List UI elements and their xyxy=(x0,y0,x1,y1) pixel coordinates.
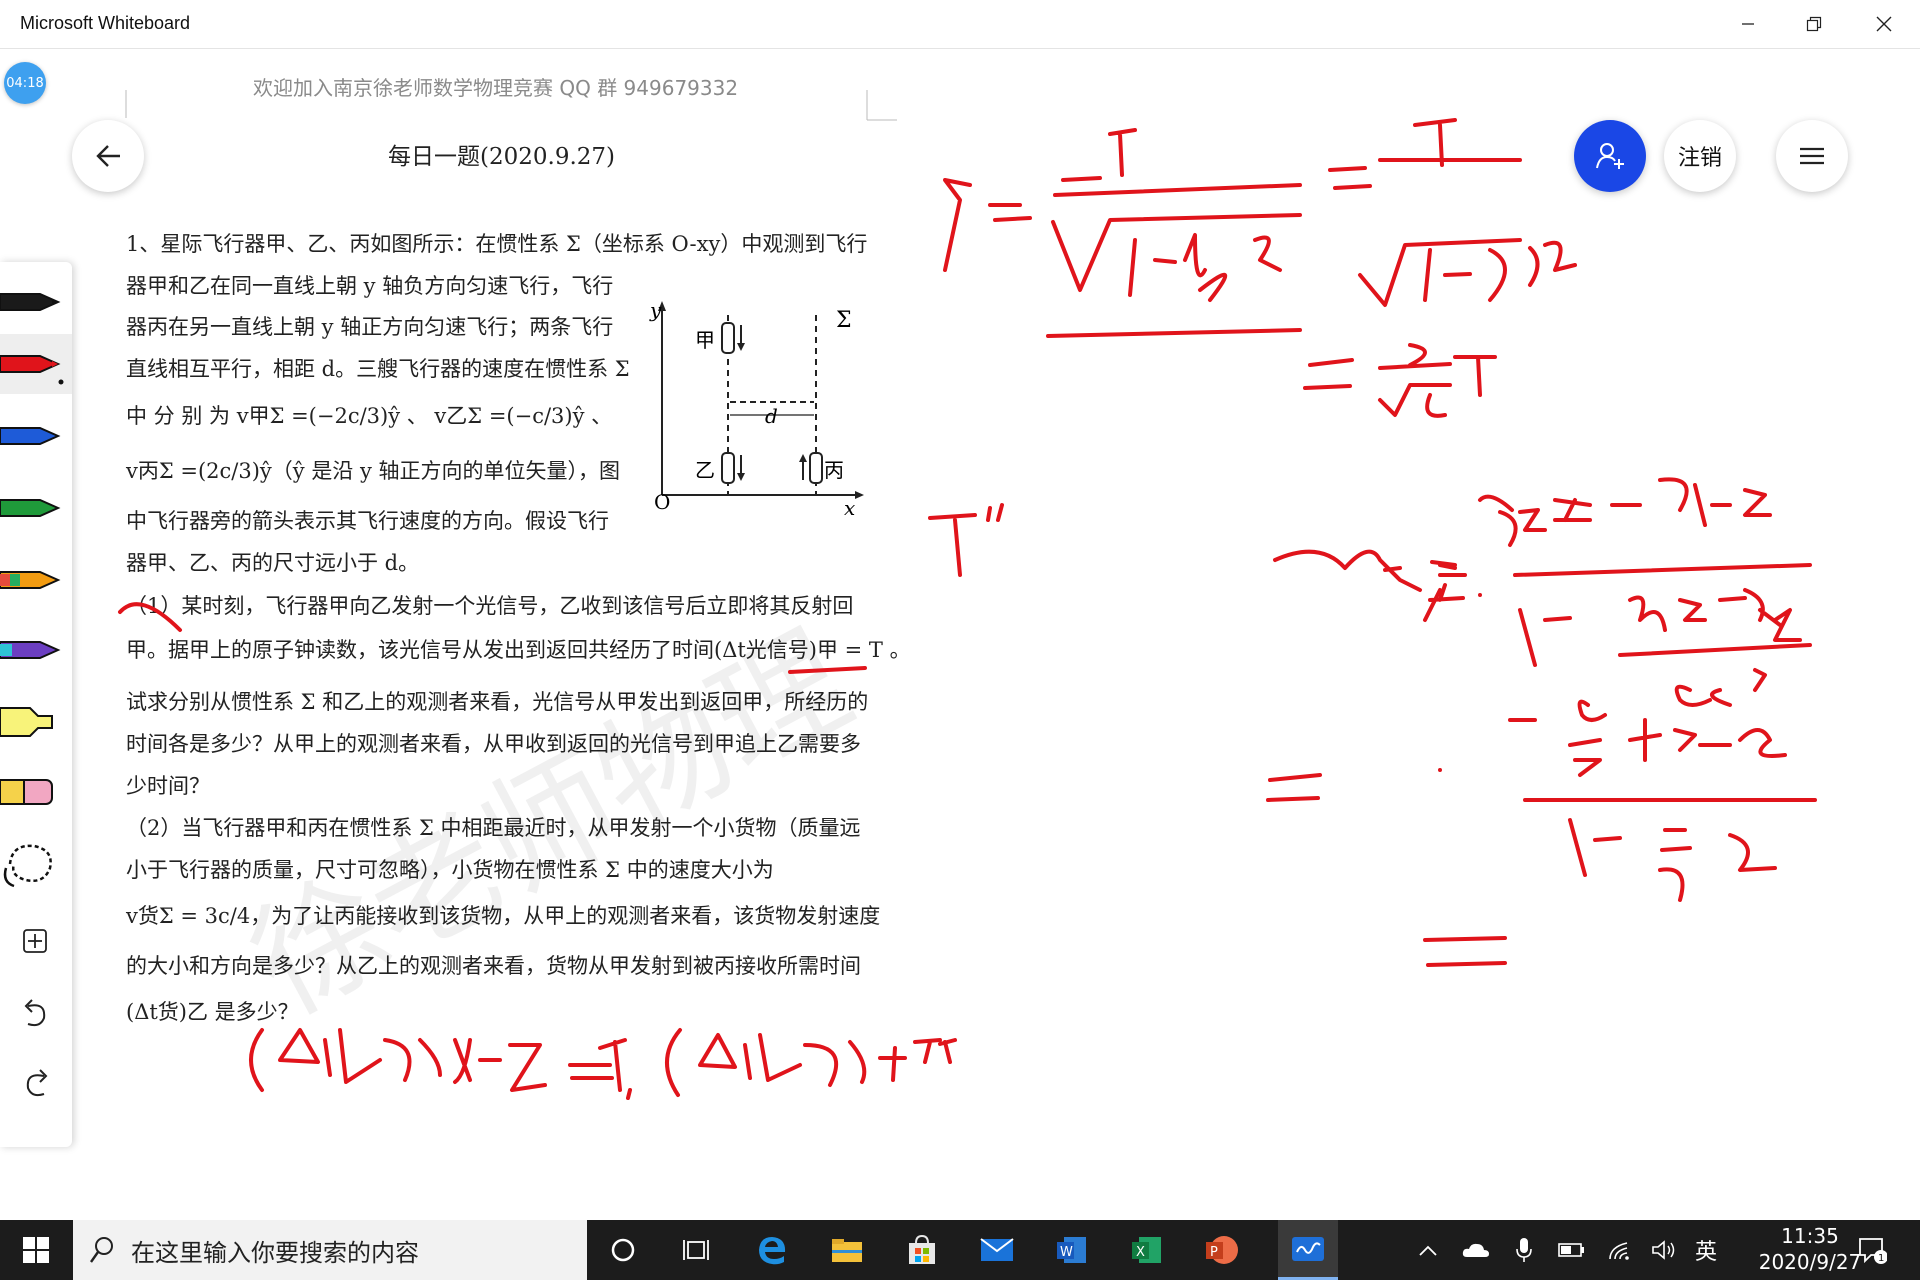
chevron-up-icon[interactable] xyxy=(1408,1230,1448,1270)
microphone-icon[interactable] xyxy=(1504,1230,1544,1270)
ime-indicator[interactable]: 英 xyxy=(1686,1230,1726,1270)
clock-date[interactable]: 2020/9/27 xyxy=(1735,1250,1885,1274)
search-placeholder: 在这里输入你要搜索的内容 xyxy=(131,1238,419,1267)
clock-time[interactable]: 11:35 xyxy=(1755,1224,1865,1248)
cortana-icon[interactable] xyxy=(603,1230,643,1270)
user-add-icon xyxy=(1596,143,1624,169)
windows-start-icon[interactable] xyxy=(16,1230,56,1270)
undo-icon[interactable] xyxy=(0,982,72,1042)
pen-toolbar xyxy=(0,262,72,1147)
eraser-tool[interactable] xyxy=(0,762,72,822)
ink-underline xyxy=(118,602,182,632)
highlighter-tool[interactable] xyxy=(0,690,72,750)
taskbar-search[interactable]: 在这里输入你要搜索的内容 xyxy=(73,1220,587,1280)
arrow-left-icon xyxy=(96,145,120,167)
battery-icon[interactable] xyxy=(1552,1230,1592,1270)
hamburger-icon xyxy=(1800,147,1824,165)
task-view-icon[interactable] xyxy=(676,1230,716,1270)
galaxy-pen-tool[interactable] xyxy=(0,620,72,680)
powerpoint-icon[interactable]: P xyxy=(1202,1230,1242,1270)
rainbow-pen-tool[interactable] xyxy=(0,550,72,610)
svg-text:P: P xyxy=(1210,1245,1218,1260)
menu-button[interactable] xyxy=(1776,120,1848,192)
onedrive-icon[interactable] xyxy=(1456,1230,1496,1270)
ink-underline xyxy=(788,666,867,674)
wifi-icon[interactable] xyxy=(1600,1230,1640,1270)
svg-text:W: W xyxy=(1060,1245,1073,1260)
whiteboard-icon[interactable] xyxy=(1278,1220,1338,1280)
word-icon[interactable]: W xyxy=(1052,1230,1092,1270)
edge-browser-icon[interactable] xyxy=(752,1230,792,1270)
ink-formula-gamma xyxy=(943,118,1577,418)
red-pen-tool[interactable] xyxy=(0,334,72,394)
black-pen-tool[interactable] xyxy=(0,272,72,332)
ink-equation-bottom xyxy=(249,1028,957,1100)
back-button[interactable] xyxy=(72,120,144,192)
blue-pen-tool[interactable] xyxy=(0,406,72,466)
signout-button[interactable]: 注销 xyxy=(1664,120,1736,192)
ink-velocity-formula xyxy=(1266,477,1817,967)
ink-t-double-prime xyxy=(928,503,1004,577)
invite-user-button[interactable] xyxy=(1574,120,1646,192)
volume-icon[interactable] xyxy=(1644,1230,1684,1270)
green-pen-tool[interactable] xyxy=(0,478,72,538)
taskbar: 在这里输入你要搜索的内容 W X P 英 1 xyxy=(0,1220,1920,1280)
svg-text:X: X xyxy=(1136,1245,1145,1260)
search-icon xyxy=(90,1237,113,1263)
store-icon[interactable] xyxy=(902,1230,942,1270)
mail-icon[interactable] xyxy=(977,1230,1017,1270)
file-explorer-icon[interactable] xyxy=(827,1230,867,1270)
redo-icon[interactable] xyxy=(0,1052,72,1112)
lasso-tool[interactable] xyxy=(0,834,72,894)
excel-icon[interactable]: X xyxy=(1127,1230,1167,1270)
add-icon[interactable] xyxy=(0,912,72,972)
